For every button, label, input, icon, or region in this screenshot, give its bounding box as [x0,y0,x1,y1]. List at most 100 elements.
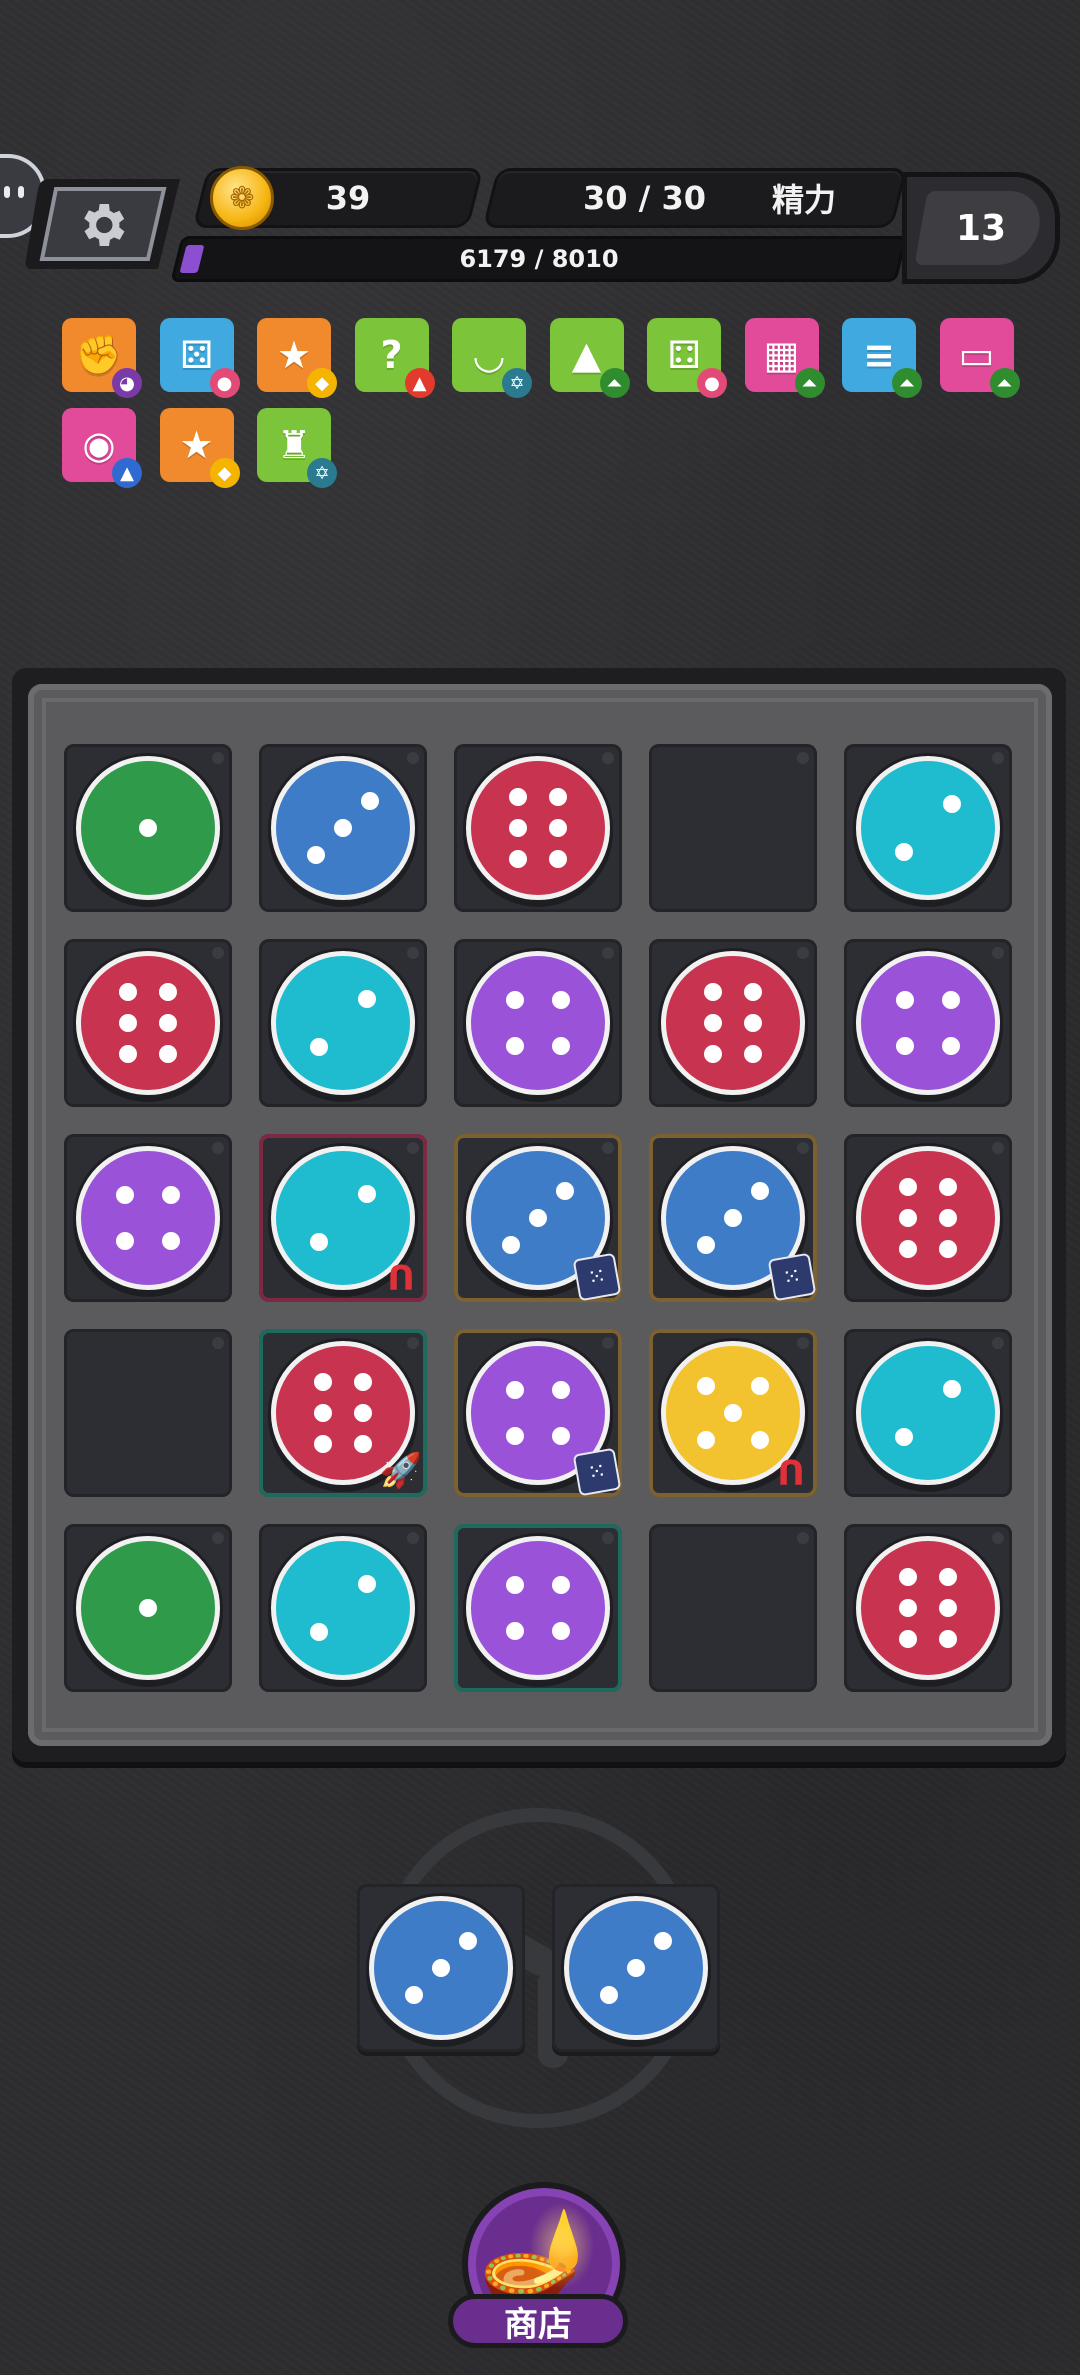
die-pip [941,1036,960,1055]
die-pip [939,1209,958,1227]
star-3-buff-icon[interactable]: ★ ◆ [159,408,240,488]
cell-corner-dot [602,752,614,764]
cell-corner-dot [797,752,809,764]
red-die-6[interactable] [76,951,220,1095]
die-pip [703,1014,722,1032]
die-pip [703,1044,722,1063]
board-cell[interactable] [64,1524,232,1692]
bowl-buff-icon[interactable]: ◡ ✡ [452,318,532,398]
board-cell[interactable] [844,744,1012,912]
red-die-6[interactable] [856,1146,1000,1290]
blocks-buff-icon[interactable]: ▦ ⏶ [744,318,825,398]
mystery-buff-icon[interactable]: ? ▲ [354,318,435,398]
die-pip [898,1178,917,1197]
star-2-buff-icon[interactable]: ★ ◆ [257,318,337,398]
cyan-die-2[interactable] [271,951,415,1095]
tray-slot[interactable] [552,1884,720,2052]
red-die-6[interactable] [466,756,610,900]
board-cell[interactable] [844,939,1012,1107]
die-pip [627,1959,645,1977]
board-cell[interactable]: U [259,1134,427,1302]
board-cell[interactable] [259,744,427,912]
blue-die-3[interactable] [564,1896,708,2040]
shop-button[interactable]: 🪔 商店 [448,2178,628,2360]
coin-badge-icon: ◆ [209,458,240,488]
cell-corner-dot [407,947,419,959]
die-pip [896,1036,915,1055]
red-die-6[interactable] [856,1536,1000,1680]
die-pip [750,1430,769,1449]
tray-slot[interactable] [357,1884,525,2052]
dice-card-buff-icon[interactable]: ⚃ ● [647,318,727,398]
die-pip [458,1932,477,1951]
pyramid-buff-icon[interactable]: ▲ ⏶ [549,318,630,398]
coin-badge-icon: ◆ [307,368,337,398]
board-cell[interactable] [64,1329,232,1497]
board-cell[interactable] [649,939,817,1107]
die-pip [939,1568,958,1587]
ball-buff-icon[interactable]: ◉ ▲ [62,408,142,488]
board-cell[interactable] [649,744,817,912]
cell-corner-dot [602,1337,614,1349]
die-pip [309,1038,328,1057]
die-pip [506,1036,525,1055]
magnet-icon: U [777,1451,805,1491]
board-cell[interactable] [844,1329,1012,1497]
die-pip [159,1014,178,1032]
cyan-die-2[interactable] [856,1341,1000,1485]
board-cell[interactable]: ⁙ [454,1329,622,1497]
board-cell[interactable] [64,1134,232,1302]
database-buff-icon[interactable]: ≡ ⏶ [842,318,922,398]
double-up-badge-icon: ⏶ [599,368,630,398]
cat-badge-icon: ◕ [112,368,142,398]
board-cell[interactable] [64,744,232,912]
die-pip [555,1182,574,1201]
green-die-1[interactable] [76,756,220,900]
piggy-bank-buff-icon[interactable]: ♜ ✡ [257,408,337,488]
energy-value: 30 / 30 [583,179,707,217]
green-die-1[interactable] [76,1536,220,1680]
board-cell[interactable]: ⁙ [649,1134,817,1302]
board-cell[interactable] [64,939,232,1107]
die-pip [703,983,722,1002]
board-cell[interactable] [454,744,622,912]
purple-die-4[interactable] [466,951,610,1095]
xp-value: 6179 / 8010 [459,245,619,273]
purple-die-4[interactable] [856,951,1000,1095]
cell-corner-dot [992,1337,1004,1349]
board-cell[interactable] [649,1524,817,1692]
cell-corner-dot [992,1142,1004,1154]
punch-buff-icon[interactable]: ✊ ◕ [62,318,142,398]
red-die-6[interactable] [661,951,805,1095]
cyan-die-2[interactable] [856,756,1000,900]
cell-corner-dot [212,1337,224,1349]
blue-die-3[interactable] [369,1896,513,2040]
cyan-die-2[interactable] [271,1536,415,1680]
die-pip [354,1434,373,1453]
board-cell[interactable]: 🚀 [259,1329,427,1497]
die-pip [309,1623,328,1642]
board-cell[interactable] [454,1524,622,1692]
cell-corner-dot [992,1532,1004,1544]
cell-corner-dot [602,947,614,959]
card-buff-icon[interactable]: ▭ ⏶ [939,318,1020,398]
purple-die-4[interactable] [76,1146,220,1290]
blue-die-3[interactable] [271,756,415,900]
board-cell[interactable]: U [649,1329,817,1497]
die-pip [161,1186,180,1205]
level-badge[interactable]: 13 [902,172,1060,284]
cell-corner-dot [797,1532,809,1544]
board-cell[interactable] [454,939,622,1107]
settings-button[interactable] [24,175,184,273]
purple-die-4[interactable] [466,1536,610,1680]
die-pip [506,991,525,1010]
board-cell[interactable] [844,1524,1012,1692]
die-pip [898,1629,917,1648]
board-cell[interactable] [259,1524,427,1692]
board-cell[interactable] [844,1134,1012,1302]
die-pip [943,794,962,813]
die-pip [313,1373,332,1392]
board-cell[interactable] [259,939,427,1107]
board-cell[interactable]: ⁙ [454,1134,622,1302]
dice-buff-icon[interactable]: ⚄ ● [159,318,240,398]
